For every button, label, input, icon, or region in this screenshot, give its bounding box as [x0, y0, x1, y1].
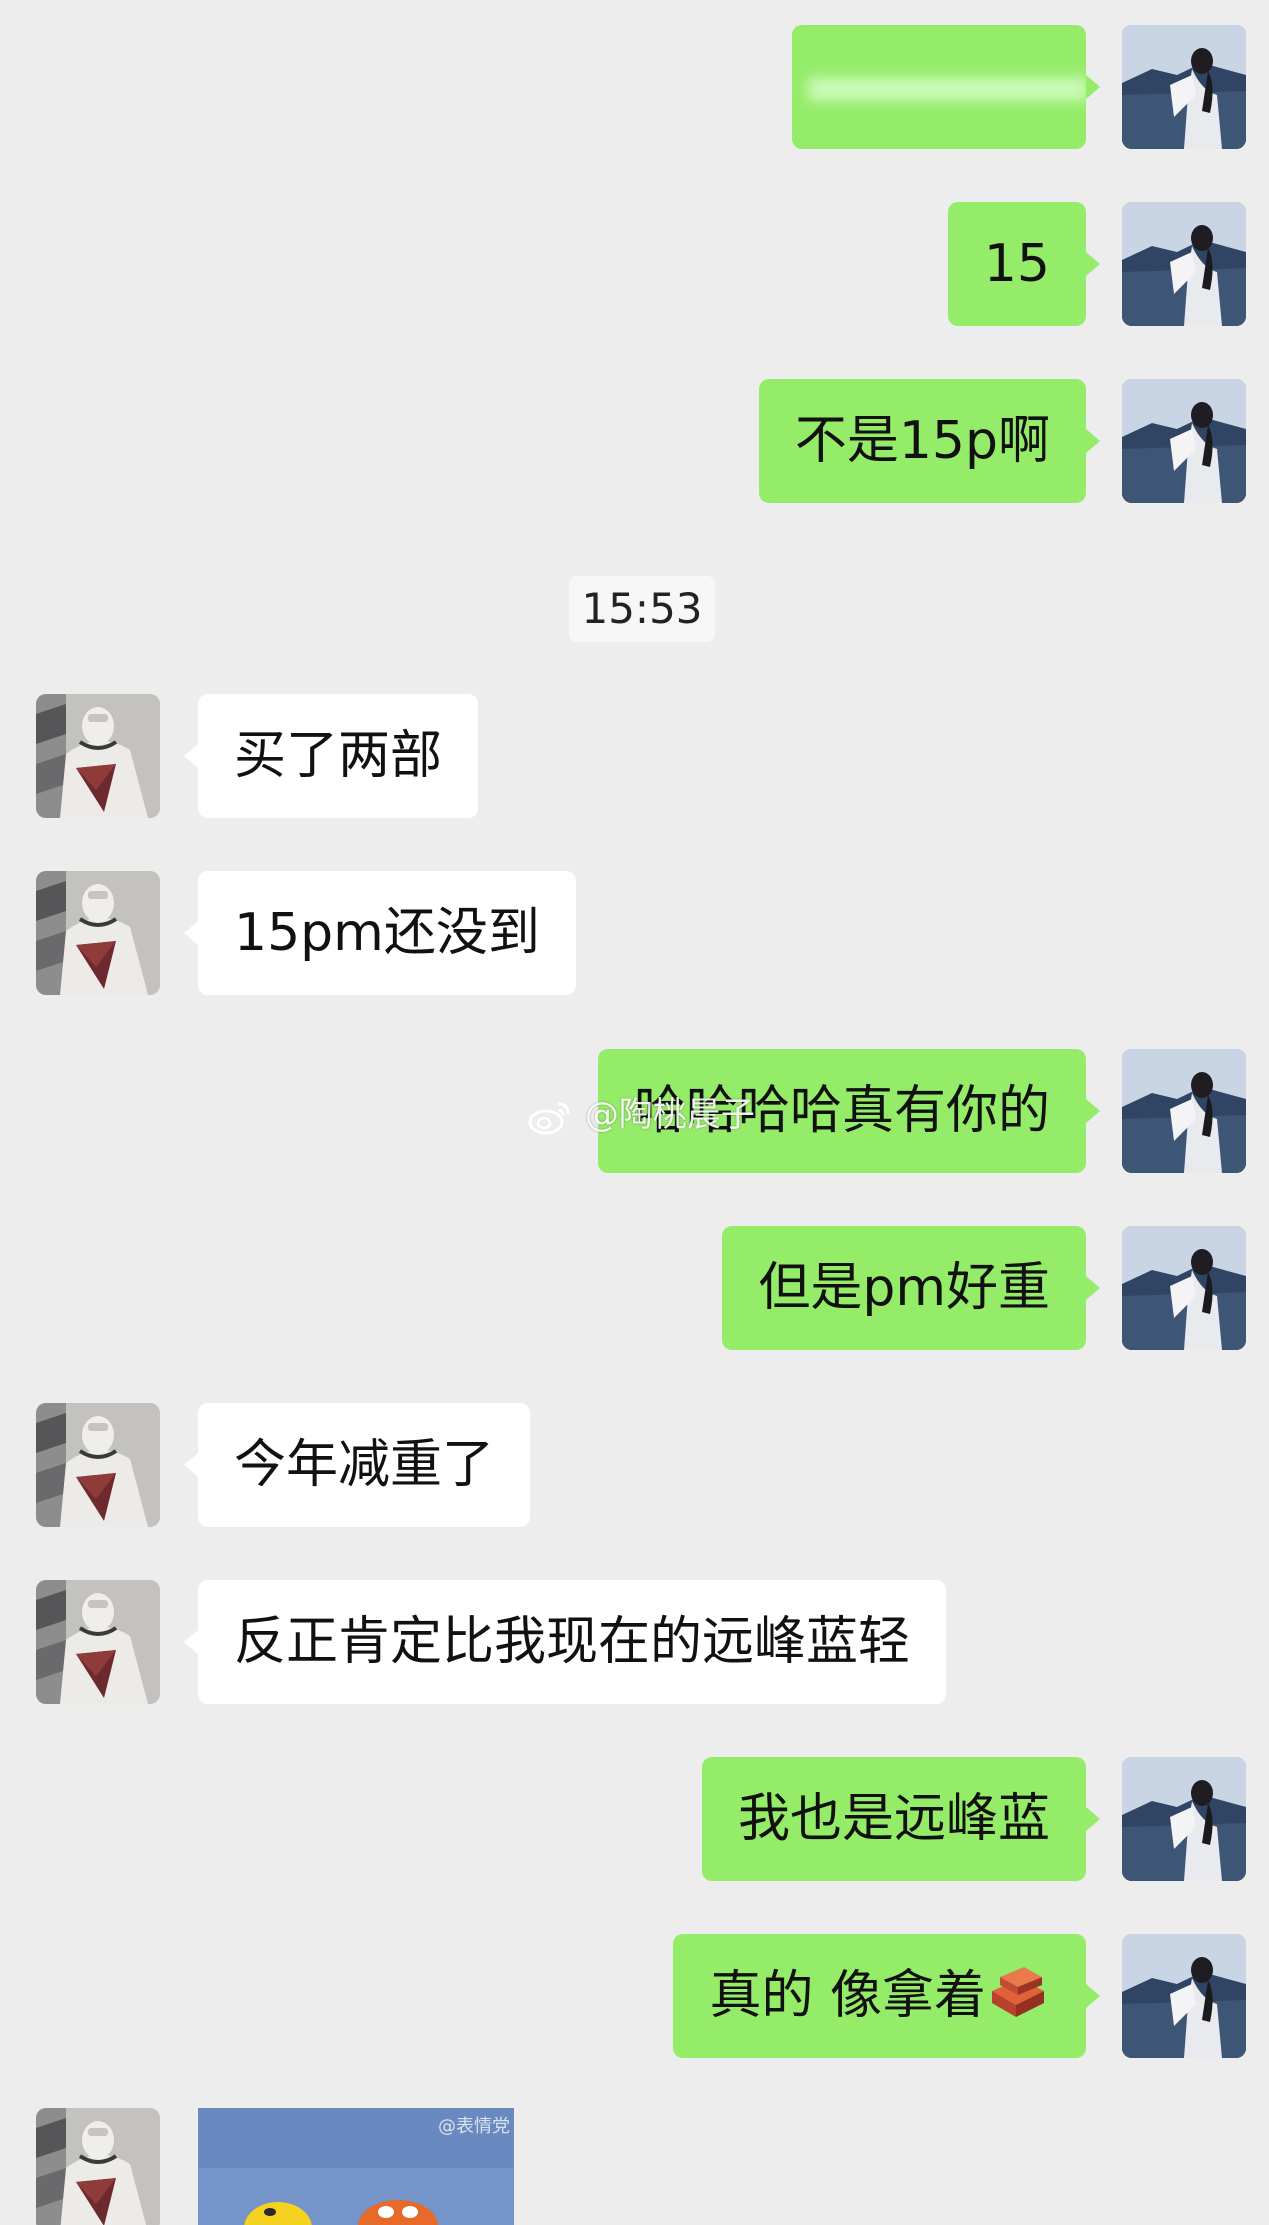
sticker-watermark: @表情党	[438, 2116, 510, 2137]
message-text: 买了两部	[234, 726, 443, 786]
timestamp-label: 15:53	[569, 576, 715, 642]
message-bubble[interactable]: 我也是远峰蓝	[701, 1757, 1101, 1881]
message-text: 反正肯定比我现在的远峰蓝轻	[234, 1612, 911, 1672]
message-text: 真的 像拿着	[709, 1966, 986, 2026]
avatar-woman-seaside-icon[interactable]	[1122, 1049, 1246, 1173]
message-text: 今年减重了	[234, 1435, 495, 1495]
message-bubble[interactable]: 买了两部	[183, 694, 479, 818]
message-text: 我也是远峰蓝	[737, 1789, 1050, 1849]
avatar-figure-icon[interactable]	[36, 1403, 160, 1527]
message-row	[0, 25, 1269, 149]
message-text: 15	[983, 234, 1050, 294]
message-row	[0, 2108, 1269, 2225]
avatar-woman-seaside-icon[interactable]	[1122, 1226, 1246, 1350]
avatar-woman-seaside-icon[interactable]	[1122, 25, 1246, 149]
chat-window: 15 不是15p啊 15:53 买了两部 15pm还没到 哈哈哈哈真有你的 但是…	[0, 0, 1269, 2225]
avatar-figure-icon[interactable]	[36, 1580, 160, 1704]
avatar-figure-icon[interactable]	[36, 871, 160, 995]
avatar-woman-seaside-icon[interactable]	[1122, 1757, 1246, 1881]
message-row: 反正肯定比我现在的远峰蓝轻	[0, 1580, 1269, 1704]
message-bubble[interactable]: 15	[947, 202, 1101, 326]
message-bubble[interactable]: 真的 像拿着	[673, 1934, 1100, 2058]
message-bubble[interactable]: 今年减重了	[183, 1403, 531, 1527]
avatar-figure-icon[interactable]	[36, 2108, 160, 2225]
message-row: 15pm还没到	[0, 871, 1269, 995]
avatar-woman-seaside-icon[interactable]	[1122, 202, 1246, 326]
brick-icon	[992, 1967, 1044, 2017]
avatar-woman-seaside-icon[interactable]	[1122, 1934, 1246, 2058]
message-bubble[interactable]: 15pm还没到	[184, 871, 576, 995]
message-row: 今年减重了	[0, 1403, 1269, 1527]
message-row: 真的 像拿着	[0, 1934, 1269, 2058]
message-text: 不是15p啊	[794, 411, 1050, 471]
weibo-watermark: @陶桃晨子	[526, 1093, 755, 1137]
message-row: 我也是远峰蓝	[0, 1757, 1269, 1881]
message-text: 但是pm好重	[758, 1258, 1050, 1318]
message-bubble[interactable]: 但是pm好重	[722, 1226, 1100, 1350]
message-row: 但是pm好重	[0, 1226, 1269, 1350]
message-text: 15pm还没到	[234, 903, 540, 963]
message-row: 买了两部	[0, 694, 1269, 818]
blur-mask	[808, 77, 1088, 101]
message-bubble[interactable]: 不是15p啊	[758, 379, 1101, 503]
message-row: 15	[0, 202, 1269, 326]
weibo-icon	[528, 1102, 570, 1134]
avatar-woman-seaside-icon[interactable]	[1122, 379, 1246, 503]
blurred-message-bubble[interactable]	[792, 25, 1100, 149]
message-bubble[interactable]: 反正肯定比我现在的远峰蓝轻	[183, 1580, 947, 1704]
message-row: 不是15p啊	[0, 379, 1269, 503]
avatar-figure-icon[interactable]	[36, 694, 160, 818]
watermark-text: @陶桃晨子	[584, 1095, 755, 1135]
sticker-image[interactable]: @表情党	[198, 2108, 514, 2225]
